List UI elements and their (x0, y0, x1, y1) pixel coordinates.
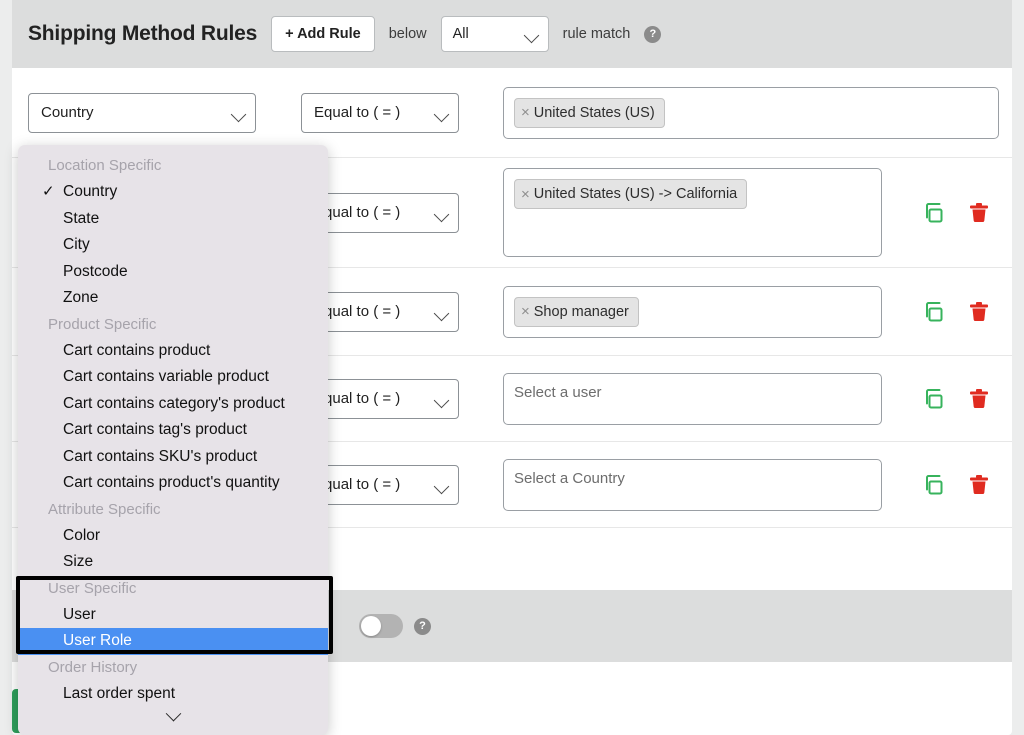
delete-rule-icon[interactable] (968, 300, 990, 324)
value-chip-label: United States (US) -> California (533, 186, 738, 202)
rule-value-field[interactable]: Select a user (503, 372, 882, 425)
dropdown-item-postcode[interactable]: Postcode (18, 259, 328, 286)
remove-chip-icon[interactable]: × (521, 105, 530, 120)
rule-match-select-value: All (452, 26, 469, 42)
toggle-knob (361, 616, 381, 636)
card-header: Shipping Method Rules + Add Rule below A… (12, 0, 1012, 68)
value-chip-label: United States (US) (533, 104, 655, 121)
dropdown-group-label: Location Specific (48, 157, 162, 174)
value-chip-label: Shop manager (533, 303, 629, 320)
rule-value-field[interactable]: × United States (US) -> California (503, 168, 882, 257)
row-actions (922, 300, 990, 324)
rules-toggle[interactable] (359, 614, 403, 638)
page-title: Shipping Method Rules (28, 22, 258, 45)
chevron-down-icon (433, 206, 450, 222)
help-icon[interactable]: ? (644, 25, 662, 43)
rule-value-placeholder: Select a Country (514, 469, 625, 487)
row-actions (922, 387, 990, 411)
duplicate-rule-icon[interactable] (922, 387, 946, 411)
duplicate-rule-icon[interactable] (922, 201, 946, 225)
delete-rule-icon[interactable] (968, 473, 990, 497)
row-actions (922, 201, 990, 225)
dropdown-group-label: Order History (48, 658, 138, 676)
delete-rule-icon[interactable] (968, 201, 990, 225)
duplicate-rule-icon[interactable] (922, 473, 946, 497)
footer-help-icon[interactable]: ? (414, 617, 431, 635)
remove-chip-icon[interactable]: × (521, 187, 530, 202)
dropdown-group-label: Attribute Specific (48, 500, 161, 518)
rule-condition-value: Country (41, 104, 94, 121)
dropdown-item-last-order-spent[interactable]: Last order spent (18, 681, 328, 708)
dropdown-item-zone[interactable]: Zone (18, 285, 328, 312)
dropdown-item-cart-contains-product[interactable]: Cart contains product (18, 338, 328, 365)
add-rule-button[interactable]: + Add Rule (271, 16, 375, 52)
dropdown-item-user-role[interactable]: User Role (18, 628, 328, 655)
dropdown-item-color[interactable]: Color (18, 523, 328, 550)
check-icon: ✓ (42, 183, 55, 200)
value-chip[interactable]: × United States (US) -> California (514, 179, 748, 209)
chevron-down-icon (433, 106, 450, 122)
dropdown-group-label: User Specific (48, 579, 137, 597)
dropdown-item-label: Country (63, 183, 118, 200)
chevron-down-icon (433, 392, 450, 408)
chevron-down-icon (433, 305, 450, 321)
dropdown-item-cart-contains-variable-product[interactable]: Cart contains variable product (18, 364, 328, 391)
rule-match-label: rule match (562, 26, 631, 42)
dropdown-item-cart-contains-tags-product[interactable]: Cart contains tag's product (18, 417, 328, 444)
dropdown-item-user[interactable]: User (18, 602, 328, 629)
dropdown-item-cart-contains-products-quantity[interactable]: Cart contains product's quantity (18, 470, 328, 497)
rule-operator-value: Equal to ( = ) (314, 104, 401, 121)
dropdown-item-city[interactable]: City (18, 232, 328, 259)
delete-rule-icon[interactable] (968, 387, 990, 411)
duplicate-rule-icon[interactable] (922, 300, 946, 324)
dropdown-item-cart-contains-skus-product[interactable]: Cart contains SKU's product (18, 444, 328, 471)
row-actions (922, 473, 990, 497)
rule-value-field[interactable]: × United States (US) (503, 86, 999, 139)
rule-operator-select[interactable]: Equal to ( = ) (301, 92, 459, 133)
chevron-down-icon (523, 27, 539, 44)
remove-chip-icon[interactable]: × (521, 304, 530, 319)
dropdown-item-state[interactable]: State (18, 206, 328, 233)
dropdown-scroll-down-icon[interactable] (18, 705, 328, 725)
below-label: below (388, 26, 427, 42)
rule-condition-dropdown[interactable]: Location Specific ✓ Country State City P… (18, 145, 328, 735)
value-chip[interactable]: × Shop manager (514, 296, 639, 327)
dropdown-item-size[interactable]: Size (18, 549, 328, 576)
chevron-down-icon (230, 106, 247, 122)
rule-value-field[interactable]: × Shop manager (503, 285, 882, 338)
rule-value-placeholder: Select a user (514, 383, 602, 401)
dropdown-group-label: Product Specific (48, 315, 157, 333)
rule-value-field[interactable]: Select a Country (503, 458, 882, 511)
app-root: Shipping Method Rules + Add Rule below A… (0, 0, 1024, 735)
rule-match-select[interactable]: All (440, 16, 549, 52)
chevron-down-icon (433, 478, 450, 494)
value-chip[interactable]: × United States (US) (514, 97, 665, 128)
dropdown-item-country[interactable]: ✓ Country (18, 179, 328, 206)
dropdown-item-cart-contains-categorys-product[interactable]: Cart contains category's product (18, 391, 328, 418)
rule-condition-select[interactable]: Country (28, 92, 256, 133)
